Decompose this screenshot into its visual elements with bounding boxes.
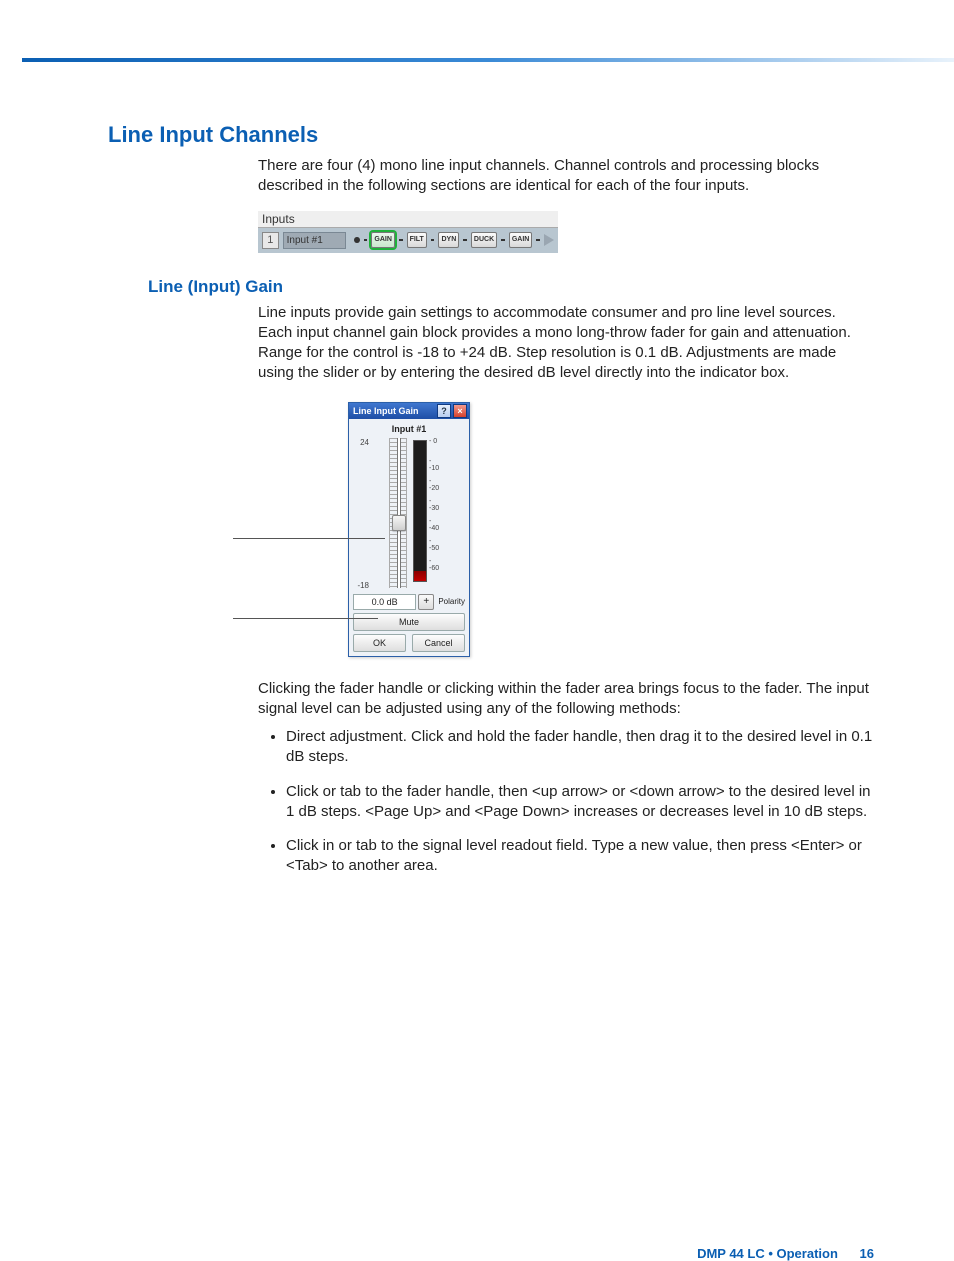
adjustment-methods-list: Direct adjustment. Click and hold the fa… [258, 727, 874, 877]
meter-tick-labels: - 0 - -10 - -20 - -30 - -40 - -50 - -60 [429, 438, 443, 578]
channel-name-field[interactable]: Input #1 [283, 232, 347, 249]
footer-product: DMP 44 LC • Operation [697, 1246, 838, 1261]
processing-block-filt[interactable]: FILT [407, 232, 427, 248]
meter-tick: - -60 [429, 558, 443, 578]
page-content: Line Input Channels There are four (4) m… [0, 62, 954, 931]
list-item: Click or tab to the fader handle, then <… [286, 782, 874, 823]
gain-paragraph: Line inputs provide gain settings to acc… [258, 303, 874, 384]
footer-page-number: 16 [860, 1246, 874, 1261]
list-item: Direct adjustment. Click and hold the fa… [286, 727, 874, 768]
fader-meter-area: 24 -18 - 0 - -10 - -20 - -30 - -4 [353, 438, 465, 590]
close-icon[interactable]: × [453, 404, 467, 418]
processing-block-gain-1[interactable]: GAIN [371, 232, 395, 248]
line-input-gain-dialog-figure: Line Input Gain ? × Input #1 24 -18 [338, 402, 598, 657]
page-footer: DMP 44 LC • Operation 16 [697, 1246, 874, 1261]
cancel-button[interactable]: Cancel [412, 634, 465, 652]
db-readout-field[interactable]: 0.0 dB [353, 594, 416, 610]
meter-tick: - -30 [429, 498, 443, 518]
meter-tick: - -40 [429, 518, 443, 538]
gain-fader-handle[interactable] [392, 515, 406, 531]
inputs-row: 1 Input #1 GAIN FILT DYN DUCK GAIN [258, 228, 558, 253]
processing-block-duck[interactable]: DUCK [471, 232, 497, 248]
fader-scale-top: 24 [353, 438, 369, 447]
meter-tick: - -20 [429, 478, 443, 498]
help-icon[interactable]: ? [437, 404, 451, 418]
meter-tick: - -50 [429, 538, 443, 558]
gain-fader-track[interactable] [389, 438, 407, 588]
signal-node-icon [354, 237, 360, 243]
inputs-strip-figure: Inputs 1 Input #1 GAIN FILT DYN DUCK GAI… [258, 211, 558, 253]
fader-focus-paragraph: Clicking the fader handle or clicking wi… [258, 679, 874, 720]
callout-line-readout [233, 618, 378, 619]
signal-flow-arrow-icon [544, 234, 554, 246]
processing-block-dyn[interactable]: DYN [438, 232, 459, 248]
list-item: Click in or tab to the signal level read… [286, 836, 874, 877]
intro-paragraph: There are four (4) mono line input chann… [258, 156, 874, 197]
dialog-title-text: Line Input Gain [353, 403, 419, 419]
heading-line-input-gain: Line (Input) Gain [148, 277, 874, 297]
heading-line-input-channels: Line Input Channels [108, 122, 874, 148]
mute-button[interactable]: Mute [353, 613, 465, 631]
dialog-input-label: Input #1 [353, 424, 465, 434]
dialog-titlebar[interactable]: Line Input Gain ? × [349, 403, 469, 419]
polarity-button[interactable]: + [418, 594, 434, 610]
ok-button[interactable]: OK [353, 634, 406, 652]
channel-number-box[interactable]: 1 [262, 232, 279, 249]
processing-block-gain-2[interactable]: GAIN [509, 232, 533, 248]
level-meter [413, 440, 427, 582]
polarity-label: Polarity [436, 594, 465, 610]
meter-tick: - -10 [429, 458, 443, 478]
inputs-header-label: Inputs [258, 211, 558, 228]
fader-scale-bottom: -18 [353, 581, 369, 590]
meter-tick: - 0 [429, 438, 443, 458]
